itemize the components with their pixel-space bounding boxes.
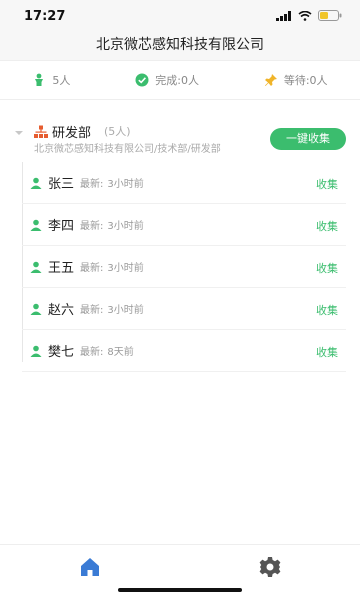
list-item[interactable]: 樊七 最新: 8天前 收集 (22, 330, 346, 372)
member-name: 张三 (48, 177, 75, 192)
person-icon (35, 73, 44, 86)
member-list: 张三 最新: 3小时前 收集 李四 最新: 3小时前 收集 王五 最新: 3小时… (22, 162, 346, 372)
member-name: 李四 (48, 219, 75, 234)
stat-waiting: 等待:0人 (264, 72, 328, 88)
signal-icon (276, 10, 291, 21)
home-indicator (118, 588, 242, 592)
member-time: 3小时前 (107, 263, 144, 274)
list-item[interactable]: 张三 最新: 3小时前 收集 (22, 162, 346, 204)
battery-icon (318, 10, 342, 21)
member-time: 8天前 (107, 347, 134, 358)
member-time: 3小时前 (107, 221, 144, 232)
status-icons (276, 10, 342, 21)
user-icon (30, 219, 42, 231)
collect-button[interactable]: 收集 (316, 302, 338, 318)
tab-bar (0, 544, 360, 600)
member-name: 王五 (48, 261, 75, 276)
department-count: (5人) (104, 125, 131, 138)
header: 北京微芯感知科技有限公司 (0, 34, 360, 60)
member-time: 3小时前 (107, 179, 144, 190)
member-name: 赵六 (48, 303, 75, 318)
stat-complete-label: 完成:0人 (155, 74, 199, 87)
collect-button[interactable]: 收集 (316, 260, 338, 276)
user-icon (30, 303, 42, 315)
home-icon[interactable] (78, 555, 102, 579)
collect-all-button[interactable]: 一键收集 (270, 128, 346, 150)
user-icon (30, 345, 42, 357)
stat-waiting-label: 等待:0人 (283, 74, 328, 87)
stat-total-label: 5人 (52, 74, 71, 87)
member-meta: 最新: (80, 221, 104, 232)
list-item[interactable]: 赵六 最新: 3小时前 收集 (22, 288, 346, 330)
check-circle-icon (135, 73, 149, 87)
user-icon (30, 261, 42, 273)
member-meta: 最新: (80, 305, 104, 316)
user-icon (30, 177, 42, 189)
member-meta: 最新: (80, 179, 104, 190)
pin-icon (264, 74, 277, 86)
department-name: 研发部 (52, 126, 92, 141)
chevron-down-icon[interactable] (14, 128, 24, 138)
collect-button[interactable]: 收集 (316, 344, 338, 360)
status-time: 17:27 (24, 9, 66, 24)
collect-button[interactable]: 收集 (316, 176, 338, 192)
collect-button[interactable]: 收集 (316, 218, 338, 234)
list-item[interactable]: 李四 最新: 3小时前 收集 (22, 204, 346, 246)
org-chart-icon (34, 125, 48, 138)
gear-icon[interactable] (258, 555, 282, 579)
member-time: 3小时前 (107, 305, 144, 316)
list-item[interactable]: 王五 最新: 3小时前 收集 (22, 246, 346, 288)
status-bar: 17:27 (0, 0, 360, 34)
page-title: 北京微芯感知科技有限公司 (96, 37, 264, 53)
member-meta: 最新: (80, 263, 104, 274)
stat-total: 5人 (32, 72, 70, 88)
department-path: 北京微芯感知科技有限公司/技术部/研发部 (34, 144, 221, 155)
member-meta: 最新: (80, 347, 104, 358)
stat-complete: 完成:0人 (135, 72, 199, 88)
department-row[interactable]: 研发部 (5人) 北京微芯感知科技有限公司/技术部/研发部 一键收集 (0, 118, 360, 162)
stats-bar: 5人 完成:0人 等待:0人 (0, 60, 360, 100)
wifi-icon (298, 10, 312, 21)
member-name: 樊七 (48, 345, 75, 360)
